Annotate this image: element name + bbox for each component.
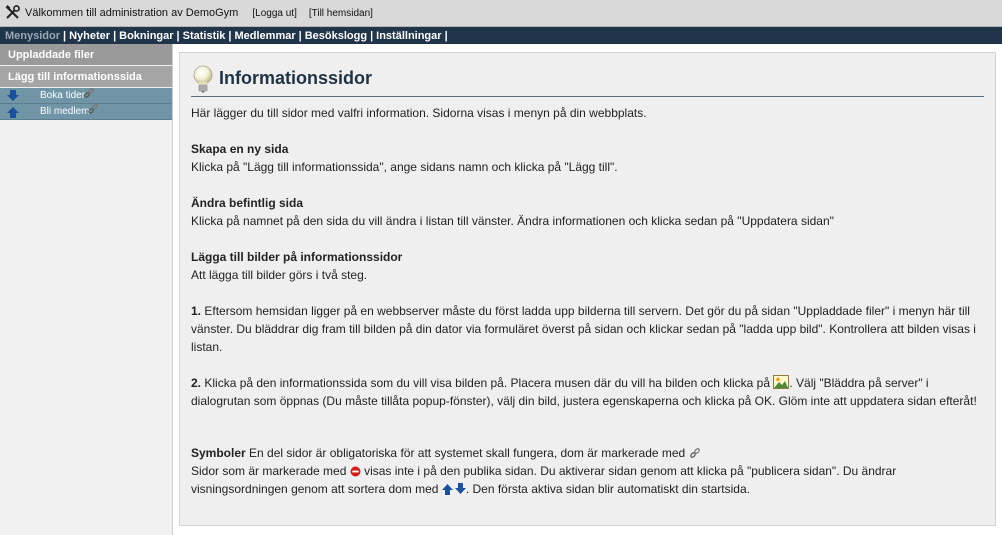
chain-link-icon — [88, 103, 99, 114]
arrow-down-icon[interactable] — [6, 89, 20, 102]
sidebar-uploaded-files[interactable]: Uppladdade filer — [0, 44, 172, 66]
step-2: 2. Klicka på den informationssida som du… — [191, 375, 977, 408]
page-title: Informationssidor — [219, 68, 373, 88]
sidebar-page-item[interactable]: Boka tider — [0, 87, 172, 104]
content-panel: Informationssidor Här lägger du till sid… — [179, 52, 996, 526]
menu-item-statistik[interactable]: Statistik — [183, 30, 226, 42]
homepage-link[interactable]: [Till hemsidan] — [309, 8, 373, 19]
edit-text: Klicka på namnet på den sida du vill änd… — [191, 214, 834, 228]
chain-link-icon — [84, 87, 94, 98]
main-menu: Menysidor | Nyheter | Bokningar | Statis… — [0, 27, 1002, 44]
tools-icon — [5, 5, 20, 19]
stop-icon — [350, 466, 361, 477]
sidebar: Uppladdade filer Lägg till informationss… — [0, 44, 173, 535]
edit-heading: Ändra befintlig sida — [191, 196, 304, 210]
sidebar-add-info-page[interactable]: Lägg till informationssida — [0, 66, 172, 88]
intro-text: Här lägger du till sidor med valfri info… — [191, 106, 647, 120]
step-1: 1. Eftersom hemsidan ligger på en webbse… — [191, 304, 976, 354]
admin-title: Välkommen till administration av DemoGym — [25, 7, 239, 19]
create-heading: Skapa en ny sida — [191, 142, 289, 156]
menu-item-nyheter[interactable]: Nyheter — [69, 30, 110, 42]
top-bar: Välkommen till administration av DemoGym… — [0, 0, 1002, 27]
menu-item-installningar[interactable]: Inställningar — [376, 30, 441, 42]
symbols-line-2: Sidor som är markerade med visas inte i … — [191, 464, 897, 496]
menu-item-besokslogg[interactable]: Besökslogg — [305, 30, 367, 42]
menu-item-menysidor[interactable]: Menysidor — [5, 30, 60, 42]
page-heading: Informationssidor — [191, 63, 984, 97]
sidebar-page-item[interactable]: Bli medlem — [0, 103, 172, 120]
images-text: Att lägga till bilder görs i två steg. — [191, 268, 368, 282]
menu-item-medlemmar[interactable]: Medlemmar — [235, 30, 296, 42]
lightbulb-icon — [193, 65, 213, 93]
sort-arrows-icon — [441, 483, 466, 495]
arrow-up-icon[interactable] — [6, 106, 20, 118]
images-heading: Lägga till bilder på informationssidor — [191, 250, 403, 264]
sidebar-page-label[interactable]: Boka tider — [40, 90, 85, 101]
symbols-line-1: Symboler En del sidor är obligatoriska f… — [191, 444, 984, 462]
sidebar-page-label[interactable]: Bli medlem — [40, 106, 89, 117]
menu-item-bokningar[interactable]: Bokningar — [119, 30, 173, 42]
chain-link-icon — [689, 448, 700, 458]
image-icon — [773, 375, 790, 389]
logout-link[interactable]: [Logga ut] — [252, 8, 296, 19]
create-text: Klicka på "Lägg till informationssida", … — [191, 160, 618, 174]
